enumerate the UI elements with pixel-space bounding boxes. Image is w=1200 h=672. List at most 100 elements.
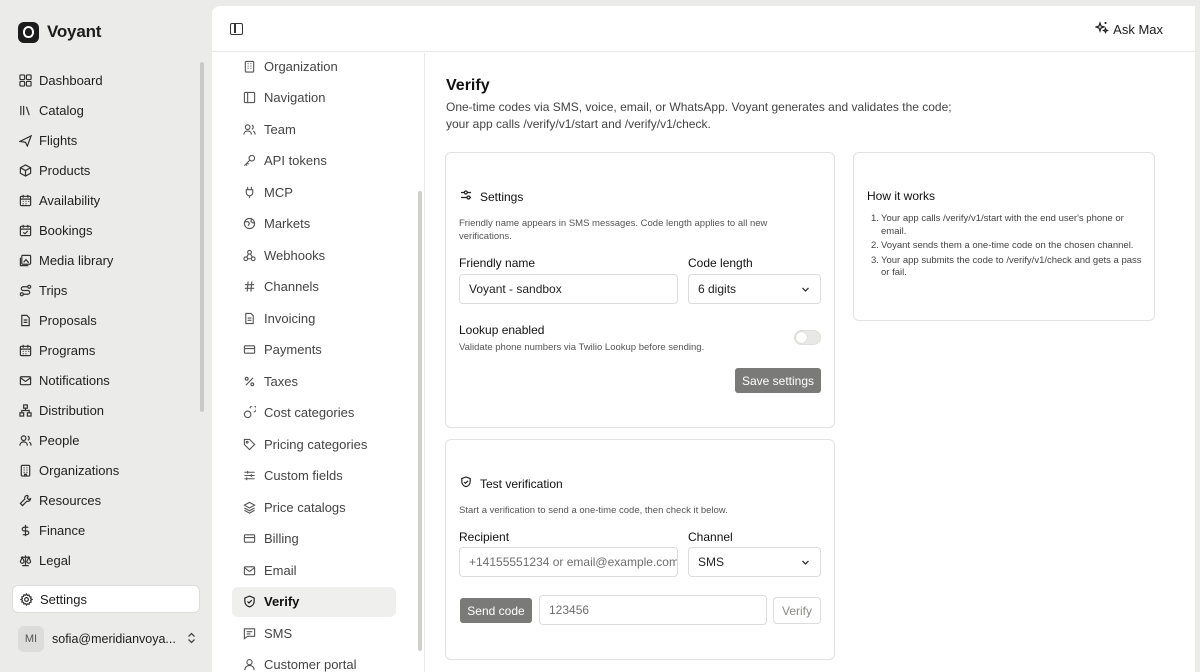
code-input[interactable] bbox=[539, 595, 767, 625]
subnav-item-webhooks[interactable]: Webhooks bbox=[232, 240, 396, 270]
verify-button[interactable]: Verify bbox=[773, 597, 821, 624]
document-icon bbox=[243, 312, 256, 325]
nav-item-notifications[interactable]: Notifications bbox=[12, 365, 198, 395]
sparkle-icon bbox=[1094, 21, 1110, 38]
mail-icon bbox=[243, 564, 256, 577]
subnav-label: Price catalogs bbox=[264, 499, 346, 515]
subnav-item-invoicing[interactable]: Invoicing bbox=[232, 303, 396, 333]
credit-card-icon bbox=[243, 532, 256, 545]
sidebar-toggle-icon[interactable] bbox=[230, 23, 243, 35]
gear-icon bbox=[20, 592, 33, 606]
user-menu[interactable]: MI sofia@meridianvoya... bbox=[18, 626, 198, 652]
lookup-description: Validate phone numbers via Twilio Lookup… bbox=[459, 342, 705, 353]
subnav-label: Invoicing bbox=[264, 310, 316, 326]
subnav-item-navigation[interactable]: Navigation bbox=[232, 83, 396, 113]
image-icon bbox=[19, 254, 32, 267]
subnav-label: Custom fields bbox=[264, 468, 343, 483]
subnav-item-email[interactable]: Email bbox=[232, 555, 396, 585]
nav-label: Organizations bbox=[39, 462, 120, 478]
subnav-item-organization[interactable]: Organization bbox=[232, 53, 396, 81]
topbar: Ask Max bbox=[212, 6, 1195, 52]
ask-max-label: Ask Max bbox=[1113, 22, 1163, 37]
nav-label: Trips bbox=[39, 282, 68, 298]
code-length-value: 6 digits bbox=[698, 282, 737, 296]
nav-item-media-library[interactable]: Media library bbox=[12, 245, 198, 275]
nav-item-resources[interactable]: Resources bbox=[12, 485, 198, 515]
how-it-works-list: 1. Your app calls /verify/v1/start with t… bbox=[871, 213, 1143, 282]
subnav-item-cost-categories[interactable]: Cost categories bbox=[232, 398, 396, 428]
subnav-item-billing[interactable]: Billing bbox=[232, 524, 396, 554]
nav-label: Availability bbox=[39, 192, 101, 208]
sidebar-icon bbox=[243, 91, 256, 104]
subnav-label: Webhooks bbox=[264, 247, 326, 263]
nav-label: Distribution bbox=[39, 402, 105, 418]
building-icon bbox=[19, 464, 32, 477]
subnav-label: Taxes bbox=[264, 373, 298, 389]
save-settings-button[interactable]: Save settings bbox=[735, 368, 821, 393]
subnav-scrollbar[interactable] bbox=[418, 191, 422, 651]
nav-label: Settings bbox=[40, 591, 87, 607]
how-step-text: Your app calls /verify/v1/start with the… bbox=[881, 213, 1124, 237]
subnav-item-markets[interactable]: Markets bbox=[232, 209, 396, 239]
subnav-label: Pricing categories bbox=[264, 436, 368, 452]
nav-item-products[interactable]: Products bbox=[12, 155, 198, 185]
subnav-item-payments[interactable]: Payments bbox=[232, 335, 396, 365]
nav-item-organizations[interactable]: Organizations bbox=[12, 455, 198, 485]
nav-item-settings[interactable]: Settings bbox=[12, 585, 200, 613]
subnav-item-custom-fields[interactable]: Custom fields bbox=[232, 461, 396, 491]
document-icon bbox=[19, 314, 32, 327]
how-it-works-title: How it works bbox=[867, 189, 936, 203]
subnav-item-customer-portal[interactable]: Customer portal bbox=[232, 650, 396, 672]
dollar-icon bbox=[19, 524, 32, 537]
subnav-label: Email bbox=[264, 562, 297, 578]
recipient-input[interactable] bbox=[459, 547, 678, 577]
send-code-button[interactable]: Send code bbox=[460, 598, 532, 623]
subnav-item-channels[interactable]: Channels bbox=[232, 272, 396, 302]
subnav-label: Cost categories bbox=[264, 405, 355, 420]
subnav-item-sms[interactable]: SMS bbox=[232, 618, 396, 648]
nav-item-bookings[interactable]: Bookings bbox=[12, 215, 198, 245]
how-step: 3. Your app submits the code to /verify/v… bbox=[871, 254, 1142, 279]
sidebar-scrollbar[interactable] bbox=[200, 62, 204, 412]
channel-select[interactable]: SMS bbox=[688, 547, 821, 577]
nav-item-distribution[interactable]: Distribution bbox=[12, 395, 198, 425]
webhook-icon bbox=[243, 249, 256, 262]
chevron-up-down-icon bbox=[184, 632, 198, 647]
subnav-item-price-catalogs[interactable]: Price catalogs bbox=[232, 492, 396, 522]
subnav-item-verify[interactable]: Verify bbox=[232, 586, 396, 617]
how-step: 1. Your app calls /verify/v1/start with t… bbox=[871, 213, 1143, 238]
nav-label: Proposals bbox=[39, 312, 97, 328]
subnav-item-team[interactable]: Team bbox=[232, 114, 396, 144]
calendar-check-icon bbox=[19, 224, 32, 237]
main-panel: Ask Max Organization Navigation Team API… bbox=[212, 6, 1195, 672]
nav-item-proposals[interactable]: Proposals bbox=[12, 305, 198, 335]
nav-item-catalog[interactable]: Catalog bbox=[12, 95, 198, 125]
nav-label: Finance bbox=[39, 522, 86, 538]
nav-item-availability[interactable]: Availability bbox=[12, 185, 198, 215]
subnav-label: Channels bbox=[264, 279, 319, 294]
subnav-item-pricing-categories[interactable]: Pricing categories bbox=[232, 429, 396, 459]
brand[interactable]: Voyant bbox=[18, 20, 101, 44]
friendly-name-input[interactable] bbox=[459, 274, 678, 304]
nav-item-legal[interactable]: Legal bbox=[12, 545, 198, 575]
nav-item-flights[interactable]: Flights bbox=[12, 125, 198, 155]
nav-item-finance[interactable]: Finance bbox=[12, 515, 198, 545]
code-length-select[interactable]: 6 digits bbox=[688, 274, 821, 304]
subnav-item-api-tokens[interactable]: API tokens bbox=[232, 146, 396, 176]
nav-item-programs[interactable]: Programs bbox=[12, 335, 198, 365]
nav-item-people[interactable]: People bbox=[12, 425, 198, 455]
nav-item-trips[interactable]: Trips bbox=[12, 275, 198, 305]
key-icon bbox=[243, 154, 256, 167]
nav-label: Legal bbox=[39, 552, 71, 568]
mail-icon bbox=[19, 374, 32, 387]
ask-max-button[interactable]: Ask Max bbox=[1094, 21, 1163, 38]
plug-icon bbox=[243, 186, 256, 199]
nav-item-dashboard[interactable]: Dashboard bbox=[12, 65, 198, 95]
subnav-item-mcp[interactable]: MCP bbox=[232, 177, 396, 207]
nav-label: Bookings bbox=[39, 222, 93, 238]
test-card-description: Start a verification to send a one-time … bbox=[459, 505, 728, 516]
app-sidebar: Voyant Dashboard Catalog Flights Product… bbox=[0, 0, 212, 672]
percent-icon bbox=[243, 375, 256, 388]
subnav-item-taxes[interactable]: Taxes bbox=[232, 366, 396, 396]
lookup-toggle[interactable] bbox=[794, 330, 821, 345]
